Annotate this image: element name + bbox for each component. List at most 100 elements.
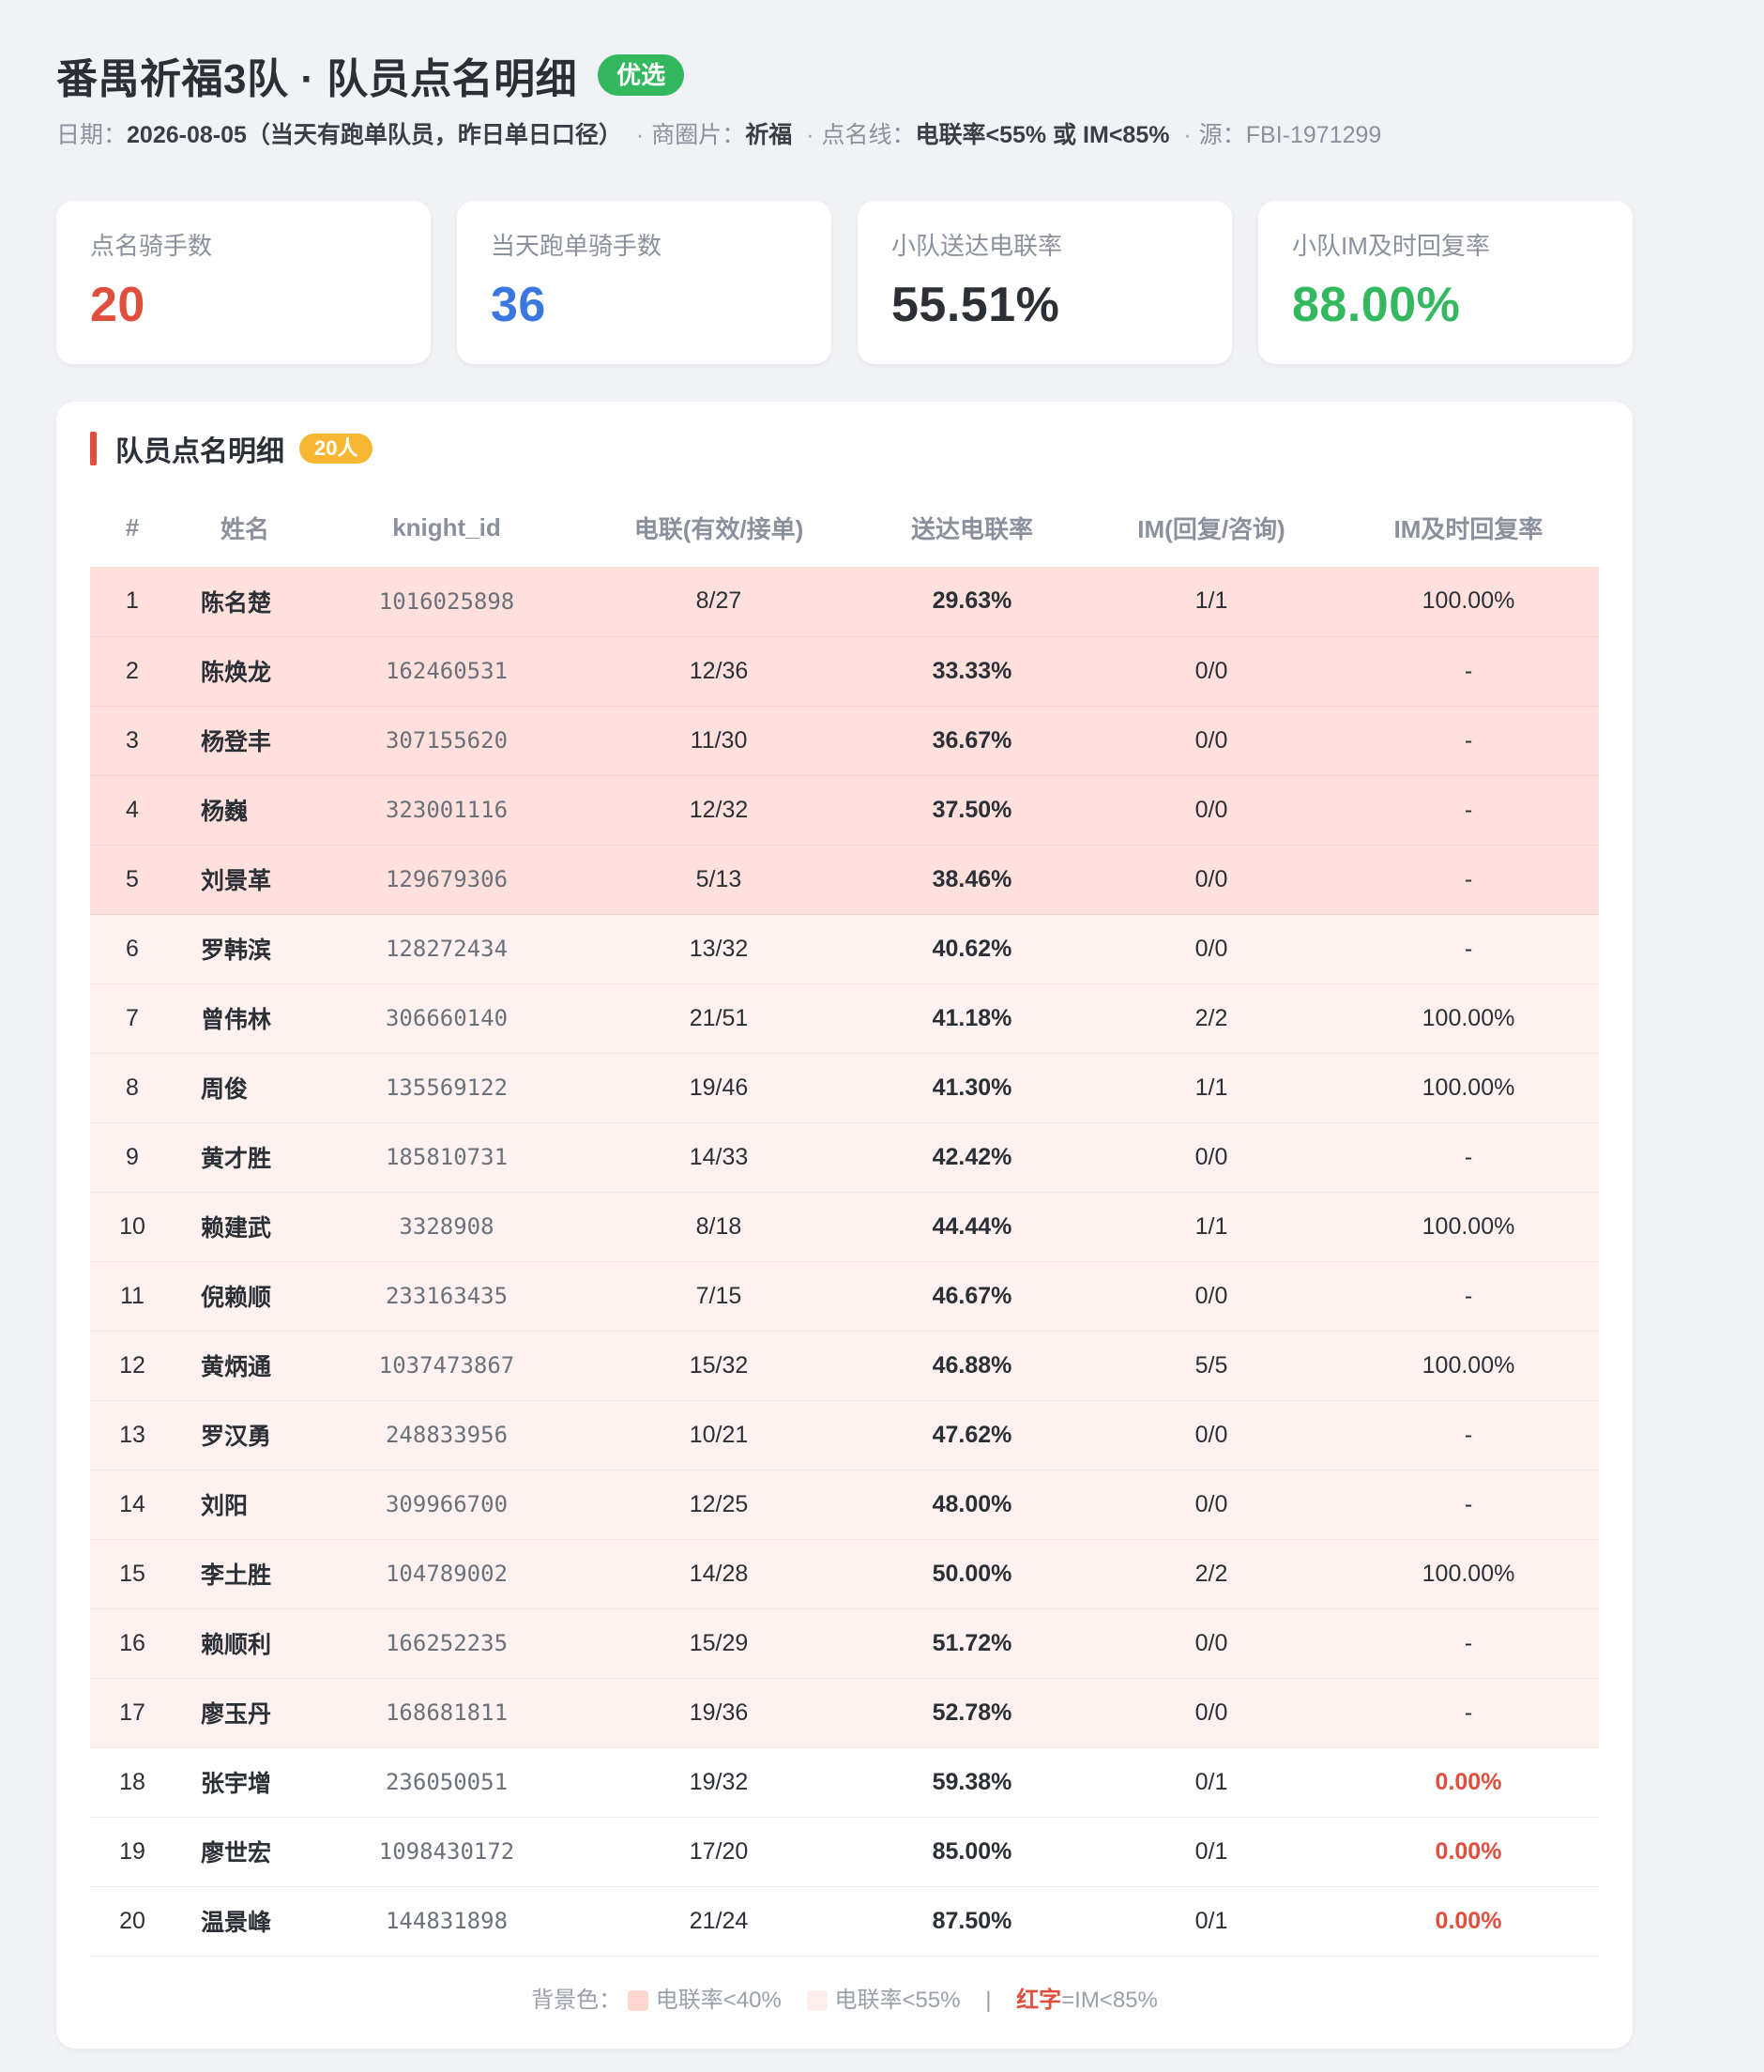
col-header-call-rate: 送达电联率 [910,514,1033,543]
stat-card-label: 当天跑单骑手数 [491,232,662,260]
im-rate: 100.00% [1338,1053,1599,1123]
im-count: 2/2 [1085,983,1338,1054]
im-rate: - [1338,636,1599,707]
call-rate: 46.67% [859,1261,1085,1332]
call-count: 10/21 [578,1400,859,1470]
table-row: 9 黄才胜 185810731 14/33 42.42% 0/0- [90,1122,1599,1193]
call-rate: 47.62% [859,1400,1085,1470]
knight-id: 128272434 [315,914,578,984]
rider-name: 曾伟林 [175,983,315,1054]
meta-line: 日期：2026-08-05（当天有跑单队员，昨日单日口径） · 商圈片：祈福 · 点… [56,120,1633,150]
table-row: 1 陈名楚 1016025898 8/27 29.63% 1/1 100.00% [90,567,1599,637]
area-label: 商圈片： [651,122,746,148]
stat-card-called: 点名骑手数 20 [56,201,431,364]
im-rate: - [1338,1678,1599,1748]
table-row: 17 廖玉丹 168681811 19/36 52.78% 0/0- [90,1678,1599,1748]
knight-id: 236050051 [315,1747,578,1818]
knight-id: 168681811 [315,1678,578,1748]
call-rate: 50.00% [859,1539,1085,1609]
stat-card-label: 小队IM及时回复率 [1292,232,1490,260]
line-label: 点名线： [821,122,916,148]
date-label: 日期： [56,122,128,148]
im-count: 0/1 [1085,1817,1338,1887]
stat-card-label: 点名骑手数 [90,232,213,260]
im-rate: 0.00% [1338,1747,1599,1818]
call-count: 15/29 [578,1608,859,1679]
table-row: 16 赖顺利 166252235 15/29 51.72% 0/0- [90,1608,1599,1679]
knight-id: 248833956 [315,1400,578,1470]
col-header-index: # [125,512,140,541]
row-index: 2 [90,636,175,707]
call-rate: 87.50% [859,1886,1085,1957]
legend-red-rule: =IM<85% [1061,1987,1158,2013]
table-row: 2 陈焕龙 162460531 12/36 33.33% 0/0- [90,636,1599,707]
rider-name: 周俊 [175,1053,315,1123]
im-count: 1/1 [1085,1053,1338,1123]
row-index: 1 [90,567,175,637]
table-row: 20 温景峰 144831898 21/24 87.50% 0/1 0.00% [90,1886,1599,1957]
rider-name: 廖世宏 [175,1817,315,1887]
rider-name: 黄炳通 [175,1331,315,1401]
knight-id: 129679306 [315,845,578,915]
row-index: 13 [90,1400,175,1470]
call-count: 21/51 [578,983,859,1054]
rider-name: 温景峰 [175,1886,315,1957]
im-count: 0/0 [1085,914,1338,984]
im-count: 5/5 [1085,1331,1338,1401]
knight-id: 104789002 [315,1539,578,1609]
row-index: 20 [90,1886,175,1957]
call-count: 21/24 [578,1886,859,1957]
im-rate: - [1338,1261,1599,1332]
im-rate: - [1338,775,1599,846]
im-count: 1/1 [1085,1192,1338,1262]
call-count: 8/18 [578,1192,859,1262]
source-value: FBI-1971299 [1245,122,1382,148]
table-row: 6 罗韩滨 128272434 13/32 40.62% 0/0- [90,914,1599,984]
legend-divider: | [985,1987,992,2013]
im-count: 0/0 [1085,1400,1338,1470]
call-count: 7/15 [578,1261,859,1332]
im-rate: - [1338,1400,1599,1470]
knight-id: 144831898 [315,1886,578,1957]
detail-panel: 队员点名明细 20人 # 姓名 knight_id 电联(有效/接单) 送达电联… [56,402,1633,2049]
call-rate: 41.30% [859,1053,1085,1123]
stat-card-value: 36 [491,278,546,332]
date-value: 2026-08-05（当天有跑单队员，昨日单日口径） [127,122,622,148]
row-index: 12 [90,1331,175,1401]
row-index: 5 [90,845,175,915]
rider-name: 刘阳 [175,1470,315,1540]
call-count: 12/36 [578,636,859,707]
im-count: 0/0 [1085,1608,1338,1679]
im-rate: 100.00% [1338,1539,1599,1609]
row-index: 15 [90,1539,175,1609]
call-rate: 85.00% [859,1817,1085,1887]
call-count: 15/32 [578,1331,859,1401]
rider-name: 李土胜 [175,1539,315,1609]
call-rate: 41.18% [859,983,1085,1054]
call-rate: 42.42% [859,1122,1085,1193]
col-header-calls: 电联(有效/接单) [633,514,804,543]
knight-id: 3328908 [315,1192,578,1262]
im-count: 0/0 [1085,706,1338,776]
table-row: 5 刘景革 129679306 5/13 38.46% 0/0- [90,845,1599,915]
stat-card-active-riders: 当天跑单骑手数 36 [457,201,831,364]
knight-id: 309966700 [315,1470,578,1540]
im-rate: - [1338,706,1599,776]
im-count: 0/1 [1085,1886,1338,1957]
row-index: 6 [90,914,175,984]
call-count: 19/36 [578,1678,859,1748]
legend-prefix: 背景色： [531,1987,622,2013]
knight-id: 307155620 [315,706,578,776]
row-index: 18 [90,1747,175,1818]
knight-id: 135569122 [315,1053,578,1123]
knight-id: 323001116 [315,775,578,846]
call-rate: 44.44% [859,1192,1085,1262]
count-badge: 20人 [299,434,373,464]
legend-severe-label: 电联率<40% [655,1987,782,2013]
line-value: 电联率<55% 或 IM<85% [915,122,1170,148]
call-count: 8/27 [578,567,859,637]
call-rate: 33.33% [859,636,1085,707]
priority-badge: 优选 [598,54,685,96]
im-count: 0/0 [1085,845,1338,915]
row-index: 3 [90,706,175,776]
